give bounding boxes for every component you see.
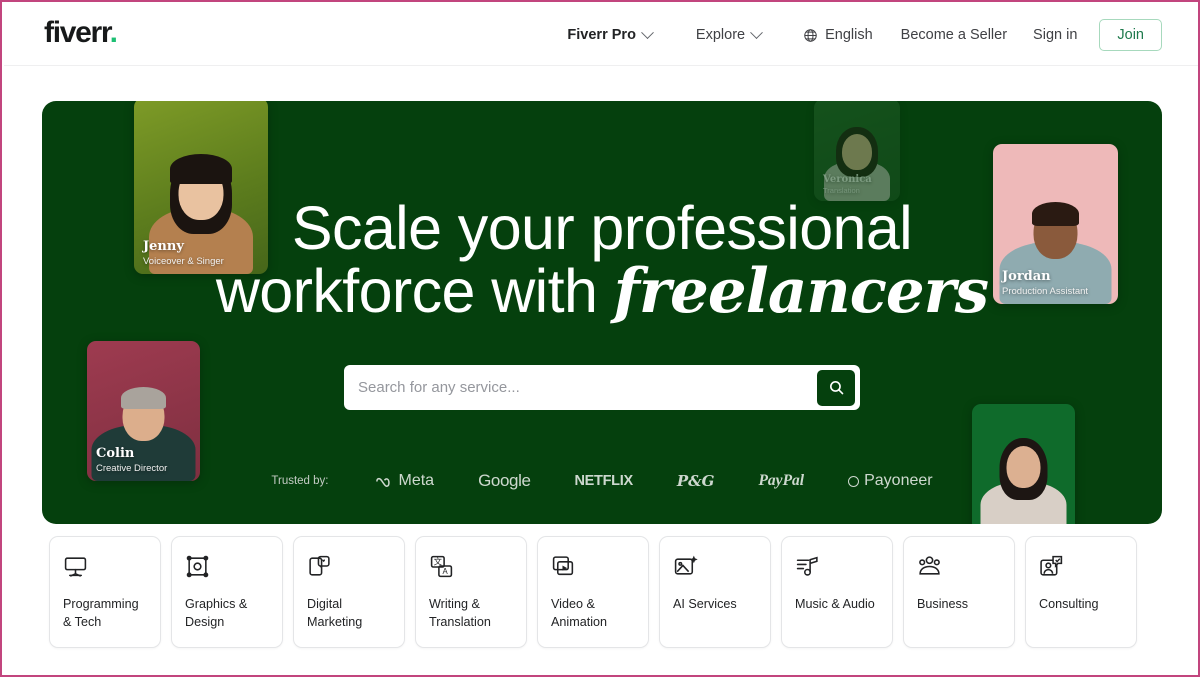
chevron-down-icon (641, 25, 654, 39)
logo-text: fiverr (44, 16, 111, 49)
nav-item-explore[interactable]: Explore (695, 25, 763, 43)
freelancer-card-unlabeled[interactable] (972, 404, 1075, 524)
freelancer-card-veronica[interactable]: Veronica Translation (814, 101, 900, 201)
freelancer-card-colin[interactable]: Colin Creative Director (87, 341, 200, 481)
people-group-icon (919, 556, 940, 575)
site-header: fiverr. Fiverr Pro Explore English Becom… (4, 4, 1198, 66)
logo-dot: . (109, 16, 118, 49)
globe-icon (804, 28, 817, 42)
brand-logo-netflix: NETFLIX (574, 473, 634, 489)
category-label: AI Services (673, 597, 737, 611)
category-card-music-audio[interactable]: Music & Audio (781, 536, 893, 648)
hero-headline: Scale your professional workforce with f… (42, 197, 1162, 324)
freelancer-name: Colin (96, 446, 135, 461)
brand-logo-meta: Meta (375, 472, 435, 490)
category-card-writing-translation[interactable]: 文 A Writing & Translation (415, 536, 527, 648)
category-label: Video & Animation (551, 597, 608, 630)
nav-item-label: English (825, 27, 873, 43)
brand-label: PayPal (758, 472, 805, 489)
page-root: fiverr. Fiverr Pro Explore English Becom… (0, 0, 1200, 677)
nav-item-label: Become a Seller (900, 27, 1008, 43)
design-frame-icon (186, 555, 209, 578)
headline-line-1: Scale your professional (291, 194, 913, 262)
trusted-by-label: Trusted by: (271, 475, 329, 487)
brand-label: Meta (398, 472, 435, 489)
hero-search-bar (344, 365, 860, 410)
brand-logo-payoneer: Payoneer (848, 472, 933, 490)
nav-item-fiverr-pro[interactable]: Fiverr Pro (567, 25, 654, 43)
monitor-icon (64, 557, 87, 577)
headline-line-2: workforce with freelancers (42, 256, 1162, 325)
search-input[interactable] (344, 379, 817, 396)
music-note-icon (796, 556, 818, 576)
join-button[interactable]: Join (1099, 19, 1162, 51)
brand-label: NETFLIX (574, 473, 634, 489)
video-layers-icon (552, 556, 574, 576)
brand-logo-google: Google (478, 471, 531, 491)
ai-image-icon (674, 555, 698, 575)
trusted-by-row: Trusted by: Meta Google NETFLIX P&G PayP… (42, 471, 1162, 491)
brand-label: Payoneer (864, 472, 933, 489)
category-label: Graphics & Design (185, 597, 248, 630)
brand-label: P&G (676, 472, 715, 490)
svg-text:文: 文 (434, 556, 443, 566)
hero-banner: Jenny Voiceover & Singer Veronica Transl… (42, 101, 1162, 524)
category-label: Programming & Tech (63, 597, 139, 630)
category-card-graphics-design[interactable]: Graphics & Design (171, 536, 283, 648)
chevron-down-icon (750, 25, 763, 39)
nav-item-label: Fiverr Pro (567, 27, 636, 43)
category-card-programming-tech[interactable]: Programming & Tech (49, 536, 161, 648)
meta-infinity-icon (375, 477, 390, 487)
brand-logo-paypal: PayPal (758, 472, 804, 490)
consulting-chat-icon (1040, 555, 1063, 576)
brand-label: Google (478, 471, 531, 490)
megaphone-phone-icon (309, 555, 330, 576)
main-navigation: Fiverr Pro Explore English Become a Sell (567, 4, 1162, 66)
category-label: Digital Marketing (307, 597, 363, 630)
nav-item-language[interactable]: English (803, 27, 873, 43)
category-card-video-animation[interactable]: Video & Animation (537, 536, 649, 648)
category-label: Business (917, 597, 969, 611)
search-icon (829, 381, 843, 395)
category-label: Consulting (1039, 597, 1099, 611)
fiverr-logo[interactable]: fiverr. (44, 16, 118, 49)
search-button[interactable] (817, 369, 855, 406)
category-label: Music & Audio (795, 597, 875, 611)
svg-text:A: A (443, 567, 449, 576)
brand-logo-pg: P&G (677, 472, 715, 490)
category-label: Writing & Translation (429, 597, 491, 630)
category-card-digital-marketing[interactable]: Digital Marketing (293, 536, 405, 648)
translate-icon: 文 A (430, 555, 453, 578)
category-card-ai-services[interactable]: AI Services (659, 536, 771, 648)
freelancer-photo (972, 404, 1075, 524)
nav-item-become-a-seller[interactable]: Become a Seller (901, 27, 1007, 43)
category-card-row: Programming & Tech Graphics & Design Dig… (49, 536, 1155, 648)
nav-item-sign-in[interactable]: Sign in (1033, 27, 1077, 43)
freelancer-name: Veronica (823, 174, 872, 185)
headline-italic-word: freelancers (613, 255, 989, 327)
headline-line-2-prefix: workforce with (215, 256, 614, 325)
hero-copy: Scale your professional workforce with f… (42, 197, 1162, 324)
category-card-business[interactable]: Business (903, 536, 1015, 648)
payoneer-circle-icon (848, 475, 860, 487)
nav-item-label: Sign in (1033, 27, 1078, 43)
nav-item-label: Explore (695, 27, 746, 43)
category-card-consulting[interactable]: Consulting (1025, 536, 1137, 648)
